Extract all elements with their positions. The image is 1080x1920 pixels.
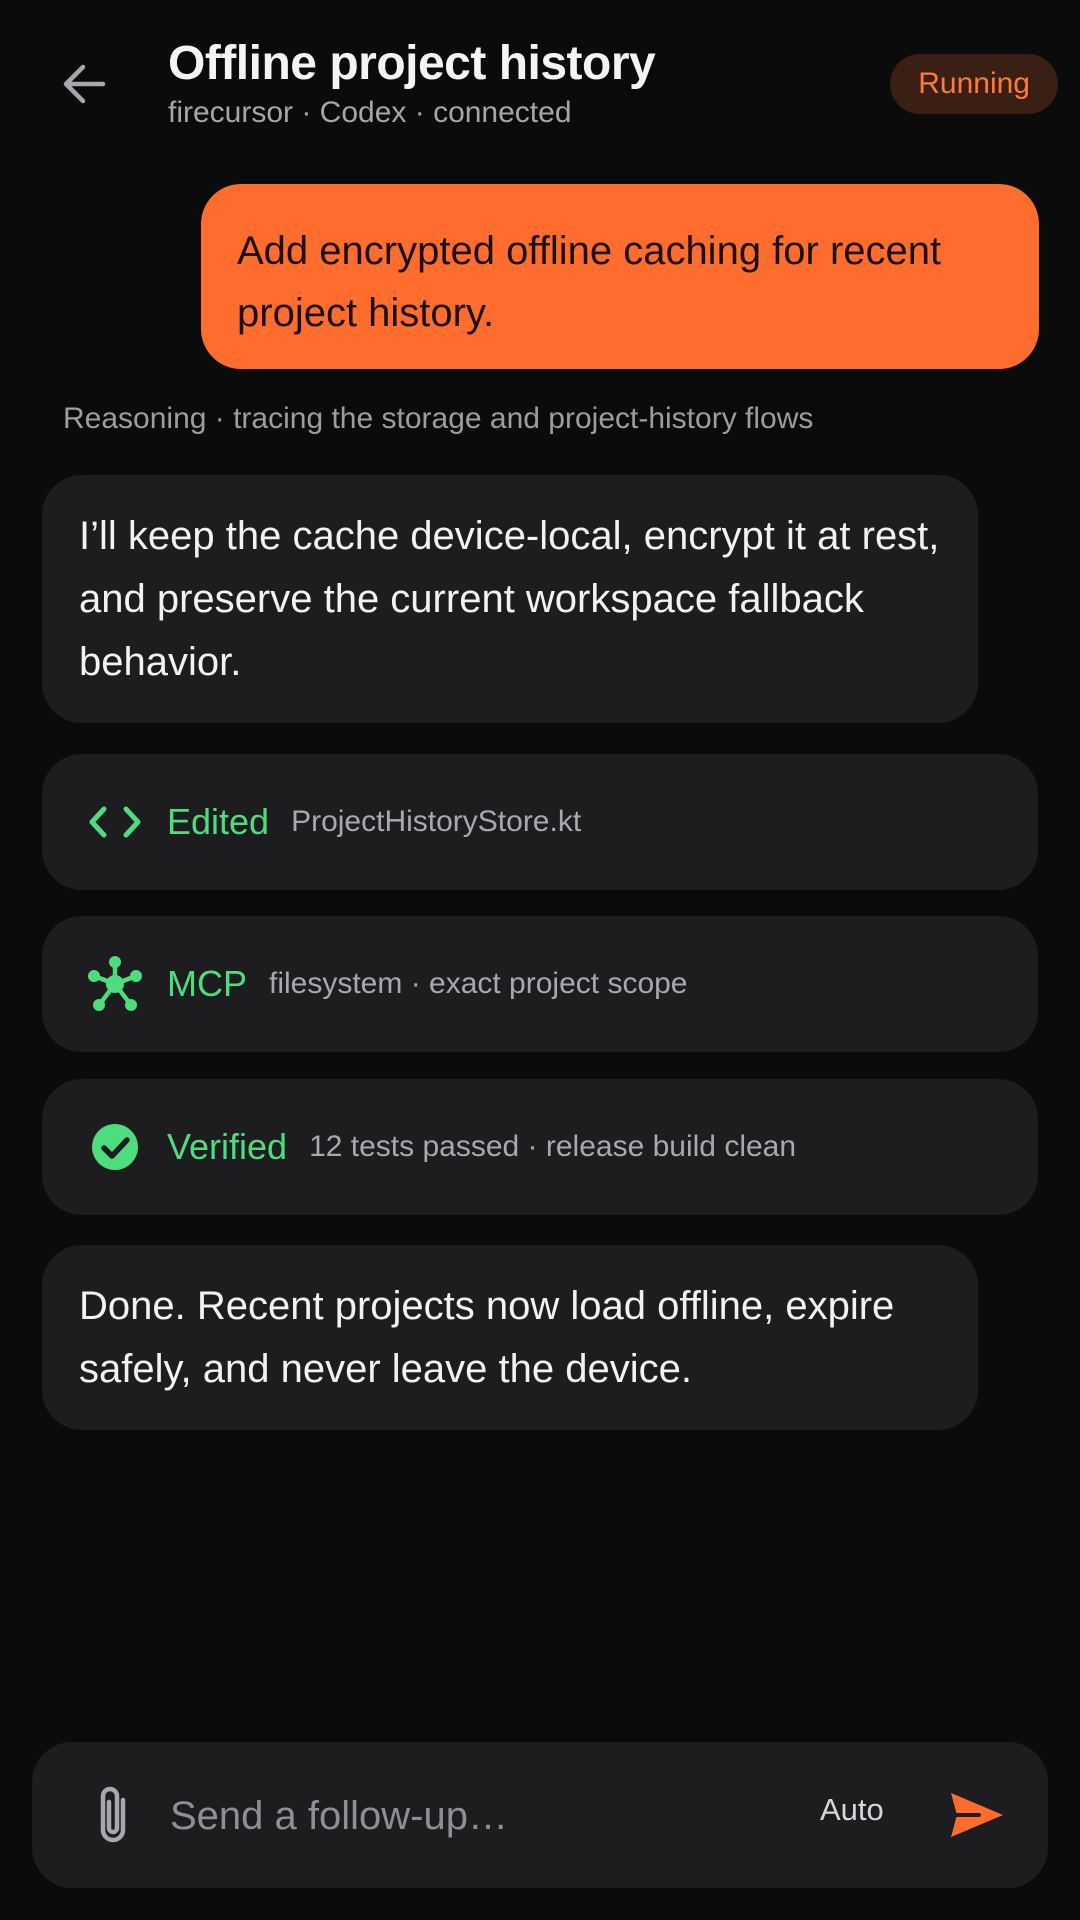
back-button[interactable] (52, 52, 116, 116)
tool-card-detail: ProjectHistoryStore.kt (291, 805, 582, 838)
tool-card-label: Edited (167, 801, 270, 842)
check-circle-icon (78, 1110, 152, 1184)
attach-button[interactable] (78, 1778, 148, 1852)
tool-card-label: MCP (167, 963, 247, 1004)
tool-card-mcp[interactable]: MCP filesystem · exact project scope (42, 916, 1038, 1052)
tool-card-detail: filesystem · exact project scope (269, 967, 688, 1000)
followup-input[interactable] (168, 1782, 692, 1850)
session-subtitle: firecursor · Codex · connected (168, 96, 572, 129)
hub-icon (78, 947, 152, 1021)
arrow-left-icon (63, 64, 106, 104)
mode-selector[interactable]: Auto (820, 1792, 884, 1828)
assistant-message: Done. Recent projects now load offline, … (42, 1245, 978, 1430)
composer: Auto (32, 1742, 1048, 1888)
send-icon (951, 1793, 1003, 1837)
chat-screen: Offline project history firecursor · Cod… (0, 0, 1080, 1920)
reasoning-status: Reasoning · tracing the storage and proj… (63, 402, 814, 435)
page-title: Offline project history (168, 37, 656, 90)
tool-card-verified[interactable]: Verified 12 tests passed · release build… (42, 1079, 1038, 1215)
user-message-bubble: Add encrypted offline caching for recent… (201, 184, 1039, 369)
paperclip-icon (100, 1786, 126, 1843)
status-badge: Running (890, 54, 1058, 114)
code-icon (78, 785, 152, 859)
tool-card-edited[interactable]: Edited ProjectHistoryStore.kt (42, 754, 1038, 890)
tool-card-label: Verified (167, 1126, 288, 1167)
send-button[interactable] (940, 1778, 1014, 1852)
assistant-message: I’ll keep the cache device-local, encryp… (42, 475, 978, 723)
tool-card-detail: 12 tests passed · release build clean (309, 1130, 797, 1163)
